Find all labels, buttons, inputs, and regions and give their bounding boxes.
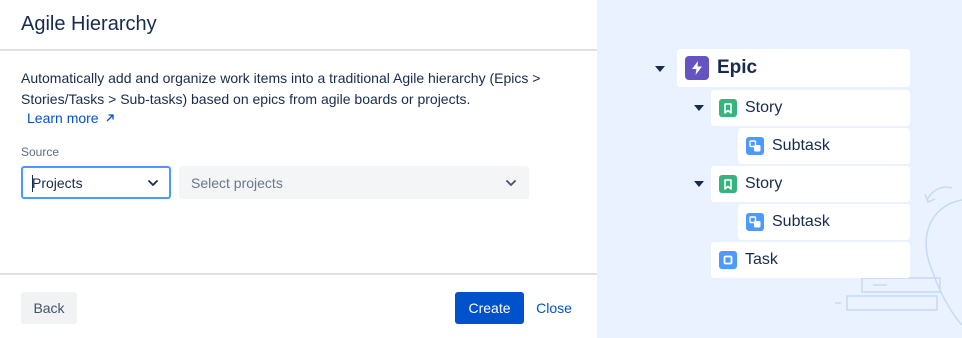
epic-icon xyxy=(685,56,709,80)
text-cursor xyxy=(32,175,33,192)
agile-hierarchy-dialog: Agile Hierarchy Automatically add and or… xyxy=(0,0,962,338)
chevron-down-icon xyxy=(148,179,158,186)
hierarchy-illustration: Epic Story Subtask Story Subtask Task xyxy=(597,0,962,338)
source-label: Source xyxy=(21,145,60,159)
chevron-down-icon xyxy=(506,179,516,186)
dialog-description: Automatically add and organize work item… xyxy=(21,70,541,107)
story-label: Story xyxy=(745,99,783,116)
external-link-icon xyxy=(106,114,114,122)
subtask-icon xyxy=(746,137,764,155)
epic-label: Epic xyxy=(717,57,758,78)
task-label: Task xyxy=(745,251,778,268)
learn-more-label: Learn more xyxy=(27,110,99,126)
collapse-triangle-icon[interactable] xyxy=(655,66,665,72)
hierarchy-node-epic: Epic xyxy=(677,49,910,87)
source-select[interactable]: Projects xyxy=(21,166,171,199)
close-button[interactable]: Close xyxy=(530,292,578,324)
collapse-triangle-icon[interactable] xyxy=(694,105,704,111)
footer-divider xyxy=(0,273,597,275)
hierarchy-node-subtask: Subtask xyxy=(738,204,910,240)
source-select-value: Projects xyxy=(32,174,83,191)
subtask-label: Subtask xyxy=(772,137,830,154)
create-button[interactable]: Create xyxy=(455,292,524,324)
back-button[interactable]: Back xyxy=(21,292,77,324)
story-label: Story xyxy=(745,175,783,192)
hierarchy-node-story: Story xyxy=(711,90,910,126)
projects-select-placeholder: Select projects xyxy=(191,174,283,191)
subtask-label: Subtask xyxy=(772,213,830,230)
header-divider xyxy=(0,49,597,51)
collapse-triangle-icon[interactable] xyxy=(694,181,704,187)
learn-more-link[interactable]: Learn more xyxy=(27,110,115,126)
story-icon xyxy=(719,175,737,193)
dialog-form-pane: Agile Hierarchy Automatically add and or… xyxy=(0,0,597,338)
story-icon xyxy=(719,99,737,117)
hierarchy-node-subtask: Subtask xyxy=(738,128,910,164)
projects-select[interactable]: Select projects xyxy=(179,166,529,199)
hierarchy-node-task: Task xyxy=(711,242,910,278)
subtask-icon xyxy=(746,213,764,231)
task-icon xyxy=(719,251,737,269)
dialog-title: Agile Hierarchy xyxy=(21,13,157,35)
hierarchy-node-story: Story xyxy=(711,166,910,202)
